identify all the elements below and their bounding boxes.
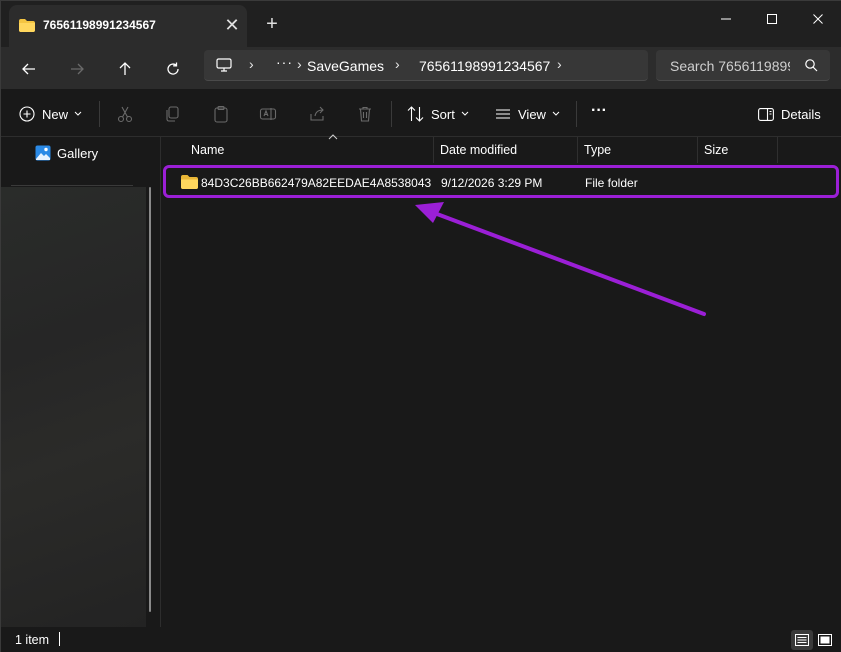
back-button[interactable]	[15, 55, 43, 83]
column-label: Date modified	[440, 143, 518, 157]
minimize-button[interactable]	[703, 5, 749, 33]
navigation-bar: › ··· › SaveGames › 76561198991234567 › …	[1, 47, 841, 89]
chevron-down-icon	[552, 111, 560, 116]
navigation-pane: Gallery	[1, 137, 161, 627]
up-button[interactable]	[111, 55, 139, 83]
file-type: File folder	[585, 176, 638, 190]
minimize-icon	[721, 18, 731, 20]
sidebar-blurred-region	[1, 187, 146, 627]
share-icon[interactable]	[308, 105, 326, 123]
chevron-down-icon	[74, 111, 82, 116]
search-icon	[805, 59, 818, 72]
breadcrumb-current-folder[interactable]: 76561198991234567	[419, 58, 550, 74]
sort-ascending-icon	[328, 134, 338, 140]
sidebar-item-gallery[interactable]: Gallery	[35, 145, 98, 161]
sidebar-item-label: Gallery	[57, 145, 99, 161]
details-pane-icon	[758, 107, 774, 121]
delete-icon[interactable]	[356, 105, 374, 123]
column-header-type[interactable]: Type	[578, 137, 698, 163]
close-icon	[813, 14, 823, 24]
forward-button[interactable]	[63, 55, 91, 83]
new-button[interactable]: New	[19, 101, 82, 127]
file-explorer-window: 76561198991234567 ✕ + › ··· › SaveGames …	[0, 0, 841, 652]
gallery-icon	[35, 145, 51, 161]
status-divider	[59, 632, 60, 646]
sort-button-label: Sort	[431, 106, 455, 122]
column-header-size[interactable]: Size	[698, 137, 778, 163]
column-label: Type	[584, 143, 612, 157]
cut-icon[interactable]	[116, 105, 134, 123]
title-bar: 76561198991234567 ✕ +	[1, 1, 841, 47]
refresh-icon	[167, 62, 179, 75]
toolbar-divider	[99, 101, 100, 127]
breadcrumb-overflow[interactable]: ···	[276, 54, 293, 70]
forward-icon	[71, 63, 84, 75]
file-name: 84D3C26BB662479A82EEDAE4A8538043	[201, 176, 432, 190]
breadcrumb-savegames[interactable]: SaveGames	[307, 58, 384, 74]
sidebar-divider	[11, 185, 133, 186]
sidebar-scrollbar[interactable]	[149, 187, 151, 612]
address-bar[interactable]: › ··· › SaveGames › 76561198991234567 ›	[204, 50, 648, 81]
close-window-button[interactable]	[795, 5, 841, 33]
file-date: 9/12/2026 3:29 PM	[441, 176, 543, 190]
tiles-view-icon	[818, 634, 832, 646]
large-icons-view-button[interactable]	[814, 630, 836, 650]
tab-title: 76561198991234567	[43, 18, 156, 32]
up-icon	[119, 62, 131, 75]
plus-icon	[19, 106, 35, 122]
paste-icon[interactable]	[212, 105, 230, 123]
tab-current-folder[interactable]: 76561198991234567 ✕	[9, 5, 247, 47]
pc-icon	[216, 58, 232, 72]
more-options-button[interactable]: ···	[591, 98, 607, 124]
search-input[interactable]: Search 76561198991234567	[670, 58, 790, 74]
details-view-icon	[795, 634, 809, 646]
details-button-label: Details	[781, 106, 821, 122]
search-box[interactable]: Search 76561198991234567	[656, 50, 830, 81]
back-icon	[22, 63, 35, 75]
command-bar: New Sort View ··· Details	[1, 89, 841, 137]
table-row[interactable]: 84D3C26BB662479A82EEDAE4A8538043 9/12/20…	[163, 165, 839, 198]
folder-icon	[181, 175, 198, 189]
sort-icon	[407, 106, 424, 122]
view-icon	[496, 109, 510, 119]
folder-icon	[19, 19, 35, 32]
file-list: Name Date modified Type Size 84D3C26BB66…	[161, 134, 841, 627]
close-icon[interactable]: ✕	[222, 15, 242, 35]
rename-icon[interactable]	[259, 105, 277, 123]
new-tab-button[interactable]: +	[262, 14, 282, 34]
new-button-label: New	[42, 106, 69, 122]
maximize-icon	[767, 14, 777, 24]
column-label: Name	[191, 143, 225, 157]
details-pane-button[interactable]: Details	[758, 101, 821, 127]
breadcrumb-separator[interactable]: ›	[249, 56, 254, 72]
copy-icon[interactable]	[163, 105, 181, 123]
refresh-button[interactable]	[159, 55, 187, 83]
breadcrumb-separator[interactable]: ›	[395, 56, 400, 72]
column-header-date[interactable]: Date modified	[434, 137, 578, 163]
item-count: 1 item	[15, 633, 50, 647]
view-button[interactable]: View	[495, 101, 560, 127]
view-button-label: View	[518, 106, 546, 122]
toolbar-divider	[391, 101, 392, 127]
more-icon: ···	[591, 102, 607, 119]
column-header-name[interactable]: Name	[185, 134, 434, 163]
status-bar: 1 item	[1, 627, 841, 652]
maximize-button[interactable]	[749, 5, 795, 33]
breadcrumb-separator[interactable]: ›	[557, 56, 562, 72]
toolbar-divider	[576, 101, 577, 127]
breadcrumb-separator[interactable]: ›	[297, 56, 302, 72]
details-view-button[interactable]	[791, 630, 813, 650]
chevron-down-icon	[461, 111, 469, 116]
sort-button[interactable]: Sort	[407, 101, 469, 127]
column-label: Size	[704, 143, 729, 157]
